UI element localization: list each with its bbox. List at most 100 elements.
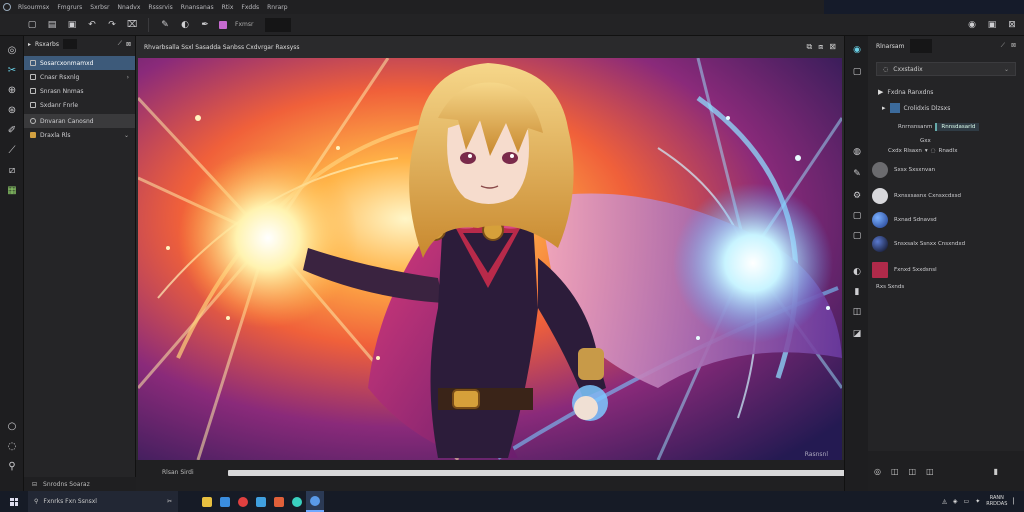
lasso-tool-icon[interactable]: ⊕: [6, 84, 18, 96]
pen-tool-icon[interactable]: ✐: [6, 124, 18, 136]
layers-menu-icon[interactable]: ▸: [28, 41, 31, 48]
swatch-row-4[interactable]: Snsxsalx Ssnxx Cnsxndxd: [872, 234, 1022, 254]
line-tool-icon[interactable]: ⟋: [6, 144, 18, 156]
swatch-gray[interactable]: [872, 162, 888, 178]
menu-item-1[interactable]: Rlsourmsx: [14, 4, 53, 11]
taskbar-app-media[interactable]: [234, 491, 252, 512]
preset-select[interactable]: ◌ Cxxstadix ⌄: [876, 62, 1016, 76]
select-tool-icon[interactable]: ⊛: [6, 104, 18, 116]
frame-panel-icon[interactable]: ▢: [851, 210, 863, 222]
maximize-icon[interactable]: ▣: [986, 19, 998, 31]
brush-icon[interactable]: ✎: [159, 19, 171, 31]
swatch-row-1[interactable]: Sxsx Sxsxnvan: [872, 160, 1022, 180]
swatch-crimson[interactable]: [872, 262, 888, 278]
notification-icon[interactable]: ✦: [975, 498, 980, 505]
menu-item-6[interactable]: Rnansanas: [177, 4, 218, 11]
tree-child-row[interactable]: ▸ Crolidxis Dlzsxs: [868, 102, 1024, 114]
swatch-row-3[interactable]: Rxnad Sdnavsd: [872, 210, 1022, 230]
properties-close-icon[interactable]: ⊠: [1011, 42, 1016, 50]
swatch-blue[interactable]: [872, 212, 888, 228]
active-color-swatch[interactable]: [219, 20, 227, 29]
properties-pin-icon[interactable]: ⟋: [1001, 42, 1005, 50]
layers-close-icon[interactable]: ⊠: [126, 41, 131, 48]
minimize-icon[interactable]: ◉: [966, 19, 978, 31]
channels-panel-icon[interactable]: ▮: [851, 286, 863, 298]
layers-pin-icon[interactable]: ⟋: [118, 40, 122, 48]
properties-panel-icon[interactable]: ◉: [851, 44, 863, 56]
layers-filter-field[interactable]: [62, 39, 77, 49]
mic-icon[interactable]: ✂: [167, 498, 172, 505]
transform-tool-icon[interactable]: ✂: [6, 64, 18, 76]
document-tab[interactable]: Fxmsr: [235, 21, 253, 28]
trash-icon[interactable]: ▮: [994, 467, 998, 476]
layer-row-6[interactable]: Draxla Rls ⌄: [24, 128, 135, 142]
visibility-icon[interactable]: ◎: [874, 467, 881, 476]
taskbar-app-explorer[interactable]: [198, 491, 216, 512]
caret-right-icon[interactable]: ▶: [878, 88, 883, 96]
layer-row-1[interactable]: Sosarcxonmamxd: [24, 56, 135, 70]
color-picker-icon[interactable]: ◐: [179, 19, 191, 31]
zoom-tool-icon[interactable]: ○: [6, 420, 18, 432]
layer-row-5[interactable]: Dnvaran Canosnd: [24, 114, 135, 128]
new-layer-icon[interactable]: ◫: [891, 467, 899, 476]
show-desktop-icon[interactable]: ▏: [1013, 498, 1018, 505]
search-icon[interactable]: ⚲: [6, 460, 18, 472]
swatch-navy[interactable]: [872, 236, 888, 252]
layer-row-4[interactable]: Sxdanr Fnrle: [24, 98, 135, 112]
open-folder-icon[interactable]: ▤: [46, 19, 58, 31]
brush-panel-icon[interactable]: ✎: [851, 168, 863, 180]
window-close-icon[interactable]: ⊠: [829, 42, 836, 52]
mask-panel-icon[interactable]: ▢: [851, 230, 863, 242]
redo-icon[interactable]: ↷: [106, 19, 118, 31]
property-value-2[interactable]: Rnadlx: [939, 148, 958, 154]
battery-icon[interactable]: ▭: [964, 498, 970, 505]
caret-right-icon[interactable]: ▸: [882, 104, 886, 112]
shape-tool-icon[interactable]: ⧄: [6, 164, 18, 176]
artwork-canvas[interactable]: Rasnsnl: [138, 58, 842, 460]
new-file-icon[interactable]: ▢: [26, 19, 38, 31]
menu-item-7[interactable]: Rtix: [218, 4, 238, 11]
app-logo-icon[interactable]: [0, 0, 14, 14]
mask-icon[interactable]: ◫: [909, 467, 917, 476]
close-icon[interactable]: ⊠: [1006, 19, 1018, 31]
undo-icon[interactable]: ↶: [86, 19, 98, 31]
taskbar-app-editor[interactable]: [288, 491, 306, 512]
volume-icon[interactable]: ◈: [953, 498, 958, 505]
taskbar-search[interactable]: ⚲ Fxnrks Fxn Ssnsxl ✂: [28, 491, 178, 512]
swatch-white[interactable]: [872, 188, 888, 204]
layer-visibility-icon[interactable]: [30, 74, 36, 80]
menu-item-4[interactable]: Nnadvx: [114, 4, 145, 11]
layer-folder-icon[interactable]: [30, 132, 36, 138]
swatch-row-2[interactable]: Rxnsxsasnx Cxnsxcdxsd: [872, 186, 1022, 206]
history-panel-icon[interactable]: ◐: [851, 266, 863, 278]
save-icon[interactable]: ▣: [66, 19, 78, 31]
window-float-icon[interactable]: ⧈: [818, 42, 823, 52]
layer-row-2[interactable]: Cnasr Rsxnlg ›: [24, 70, 135, 84]
menu-item-8[interactable]: Fxdds: [237, 4, 263, 11]
menu-item-3[interactable]: Sxrbsr: [86, 4, 113, 11]
menu-item-5[interactable]: Rsssrvis: [144, 4, 176, 11]
tree-root-row[interactable]: ▶ Fxdna Ranxdns: [868, 86, 1024, 98]
chevron-right-icon[interactable]: ›: [127, 74, 129, 81]
taskbar-app-store[interactable]: [216, 491, 234, 512]
move-tool-icon[interactable]: ◎: [6, 44, 18, 56]
layer-row-3[interactable]: Snrasn Nnmas: [24, 84, 135, 98]
property-row-1[interactable]: Rnrnsnsanm Rnnsdasarld: [868, 120, 1024, 134]
menu-item-2[interactable]: Fmgrurs: [53, 4, 86, 11]
property-value-1[interactable]: Rnnsdasarld: [935, 123, 980, 131]
pen-icon[interactable]: ✒: [199, 19, 211, 31]
fill-tool-icon[interactable]: ▦: [6, 184, 18, 196]
adjust-panel-icon[interactable]: ⚙: [851, 190, 863, 202]
taskbar-app-office[interactable]: [270, 491, 288, 512]
property-row-2[interactable]: Cxdx Rlsaxn ▾ ◌ Rnadlx: [868, 144, 1024, 158]
system-clock[interactable]: RANN RRDDAS: [986, 495, 1007, 507]
network-icon[interactable]: ◬: [942, 498, 947, 505]
hand-tool-icon[interactable]: ◌: [6, 440, 18, 452]
navigator-panel-icon[interactable]: ◍: [851, 146, 863, 158]
layer-visibility-icon[interactable]: [30, 102, 36, 108]
window-restore-icon[interactable]: ⧉: [806, 42, 812, 52]
properties-search-field[interactable]: [910, 39, 933, 53]
layer-lock-icon[interactable]: ⊟: [32, 481, 37, 488]
layer-visibility-icon[interactable]: [30, 118, 36, 124]
tool-option-field[interactable]: [265, 17, 292, 32]
